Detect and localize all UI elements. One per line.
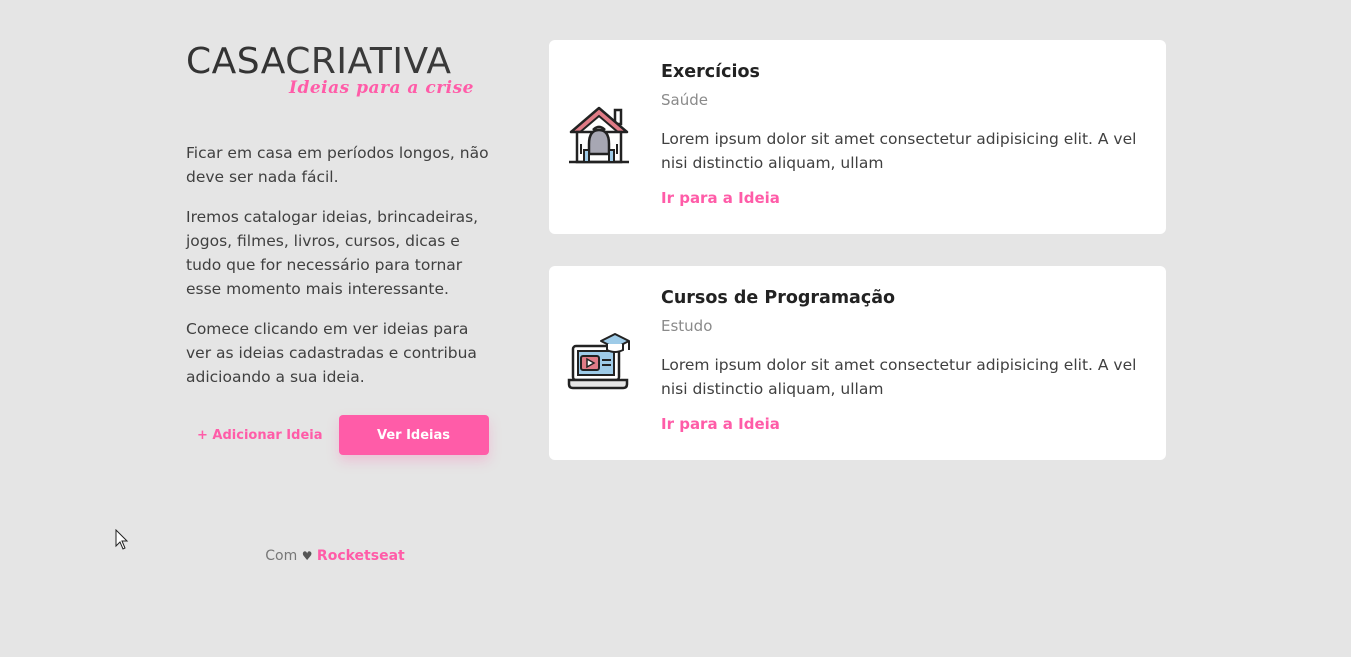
mouse-cursor-icon — [115, 529, 129, 550]
idea-link[interactable]: Ir para a Ideia — [661, 189, 780, 207]
add-idea-link[interactable]: + Adicionar Ideia — [197, 428, 323, 443]
idea-content: Cursos de Programação Estudo Lorem ipsum… — [661, 286, 1146, 433]
online-course-icon — [567, 333, 630, 390]
heart-icon: ♥ — [301, 549, 313, 563]
footer: Com ♥ Rocketseat — [186, 548, 484, 564]
intro-actions: + Adicionar Ideia Ver Ideias — [186, 415, 496, 455]
intro-panel: CASACRIATIVA Ideias para a crise Ficar e… — [186, 40, 496, 455]
idea-link[interactable]: Ir para a Ideia — [661, 415, 780, 433]
logo: CASACRIATIVA Ideias para a crise — [186, 40, 478, 106]
intro-paragraph-2: Iremos catalogar ideias, brincadeiras, j… — [186, 208, 479, 298]
page: CASACRIATIVA Ideias para a crise Ficar e… — [0, 0, 1351, 657]
logo-word-criativa: CRIATIVA — [285, 41, 452, 82]
footer-prefix: Com — [265, 548, 298, 564]
idea-description: Lorem ipsum dolor sit amet consectetur a… — [661, 356, 1137, 398]
footer-brand-link[interactable]: Rocketseat — [317, 548, 405, 564]
idea-description: Lorem ipsum dolor sit amet consectetur a… — [661, 130, 1137, 172]
idea-category: Estudo — [661, 317, 713, 335]
idea-title: Exercícios — [661, 62, 760, 82]
idea-card: Cursos de Programação Estudo Lorem ipsum… — [549, 266, 1166, 460]
idea-category: Saúde — [661, 91, 708, 109]
view-ideas-button[interactable]: Ver Ideias — [338, 415, 489, 455]
idea-card: Exercícios Saúde Lorem ipsum dolor sit a… — [549, 40, 1166, 234]
logo-tagline: Ideias para a crise — [289, 78, 474, 98]
home-gym-icon — [569, 106, 629, 164]
intro-paragraph-1: Ficar em casa em períodos longos, não de… — [186, 144, 489, 186]
idea-content: Exercícios Saúde Lorem ipsum dolor sit a… — [661, 60, 1146, 207]
intro-text: Ficar em casa em períodos longos, não de… — [186, 141, 496, 389]
logo-word-casa: CASA — [186, 41, 286, 82]
intro-paragraph-3: Comece clicando em ver ideias para ver a… — [186, 320, 477, 386]
idea-title: Cursos de Programação — [661, 288, 896, 308]
